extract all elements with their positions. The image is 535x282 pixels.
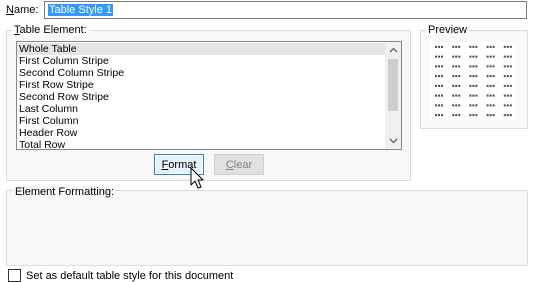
table-element-item[interactable]: First Row Stripe — [17, 79, 386, 91]
preview-cell — [486, 55, 495, 58]
chevron-up-icon — [389, 47, 397, 53]
mouse-cursor-icon — [190, 167, 204, 189]
preview-cell — [486, 114, 495, 117]
name-label: Name: — [6, 4, 39, 16]
preview-cell — [503, 104, 512, 107]
preview-cell — [435, 45, 443, 48]
table-element-item[interactable]: First Column Stripe — [17, 55, 386, 67]
table-element-item[interactable]: Whole Table — [17, 43, 386, 55]
preview-cell — [486, 104, 495, 107]
chevron-down-icon — [389, 138, 397, 144]
preview-cell — [435, 114, 443, 117]
preview-cell — [503, 114, 512, 117]
preview-cell — [469, 55, 478, 58]
table-element-item[interactable]: First Column — [17, 115, 386, 127]
preview-cell — [503, 65, 512, 68]
table-preview — [430, 42, 516, 120]
preview-cell — [503, 55, 512, 58]
preview-cell — [435, 65, 443, 68]
preview-cell — [452, 84, 461, 87]
table-element-item[interactable]: Second Row Stripe — [17, 91, 386, 103]
preview-cell — [469, 104, 478, 107]
preview-title: Preview — [426, 24, 470, 36]
name-value: Table Style 1 — [48, 4, 113, 16]
preview-cell — [435, 84, 443, 87]
preview-cell — [469, 94, 478, 97]
preview-cell — [469, 84, 478, 87]
preview-cell — [503, 84, 512, 87]
name-input[interactable]: Table Style 1 — [44, 1, 527, 19]
table-element-title: Table Element: — [12, 24, 89, 36]
element-formatting-title: Element Formatting: — [13, 186, 117, 198]
preview-cell — [435, 55, 443, 58]
element-formatting-group — [6, 190, 528, 266]
preview-cell — [452, 104, 461, 107]
table-element-listbox[interactable]: Whole Table First Column Stripe Second Col… — [16, 41, 402, 150]
table-element-item[interactable]: Last Column — [17, 103, 386, 115]
default-style-label: Set as default table style for this docu… — [26, 270, 234, 282]
preview-cell — [486, 65, 495, 68]
preview-cell — [435, 94, 443, 97]
preview-cell — [486, 84, 495, 87]
default-style-checkbox[interactable] — [8, 269, 21, 282]
preview-cell — [469, 75, 478, 78]
preview-cell — [486, 45, 495, 48]
preview-cell — [435, 75, 443, 78]
preview-cell — [503, 75, 512, 78]
preview-cell — [503, 94, 512, 97]
table-element-item[interactable]: Total Row — [17, 139, 386, 149]
preview-cell — [503, 45, 512, 48]
table-element-item[interactable]: Second Column Stripe — [17, 67, 386, 79]
preview-cell — [486, 94, 495, 97]
scroll-thumb[interactable] — [388, 59, 398, 111]
preview-cell — [452, 114, 461, 117]
scroll-up-button[interactable] — [385, 42, 401, 58]
preview-cell — [452, 75, 461, 78]
listbox-scrollbar[interactable] — [385, 42, 401, 149]
preview-cell — [435, 104, 443, 107]
preview-cell — [452, 65, 461, 68]
preview-cell — [469, 45, 478, 48]
clear-button[interactable]: Clear — [214, 154, 264, 175]
scroll-down-button[interactable] — [385, 133, 401, 149]
preview-cell — [469, 114, 478, 117]
table-element-item[interactable]: Header Row — [17, 127, 386, 139]
preview-cell — [452, 55, 461, 58]
preview-cell — [452, 94, 461, 97]
preview-cell — [486, 75, 495, 78]
preview-cell — [469, 65, 478, 68]
preview-cell — [452, 45, 461, 48]
table-element-items: Whole Table First Column Stripe Second Col… — [17, 42, 386, 149]
